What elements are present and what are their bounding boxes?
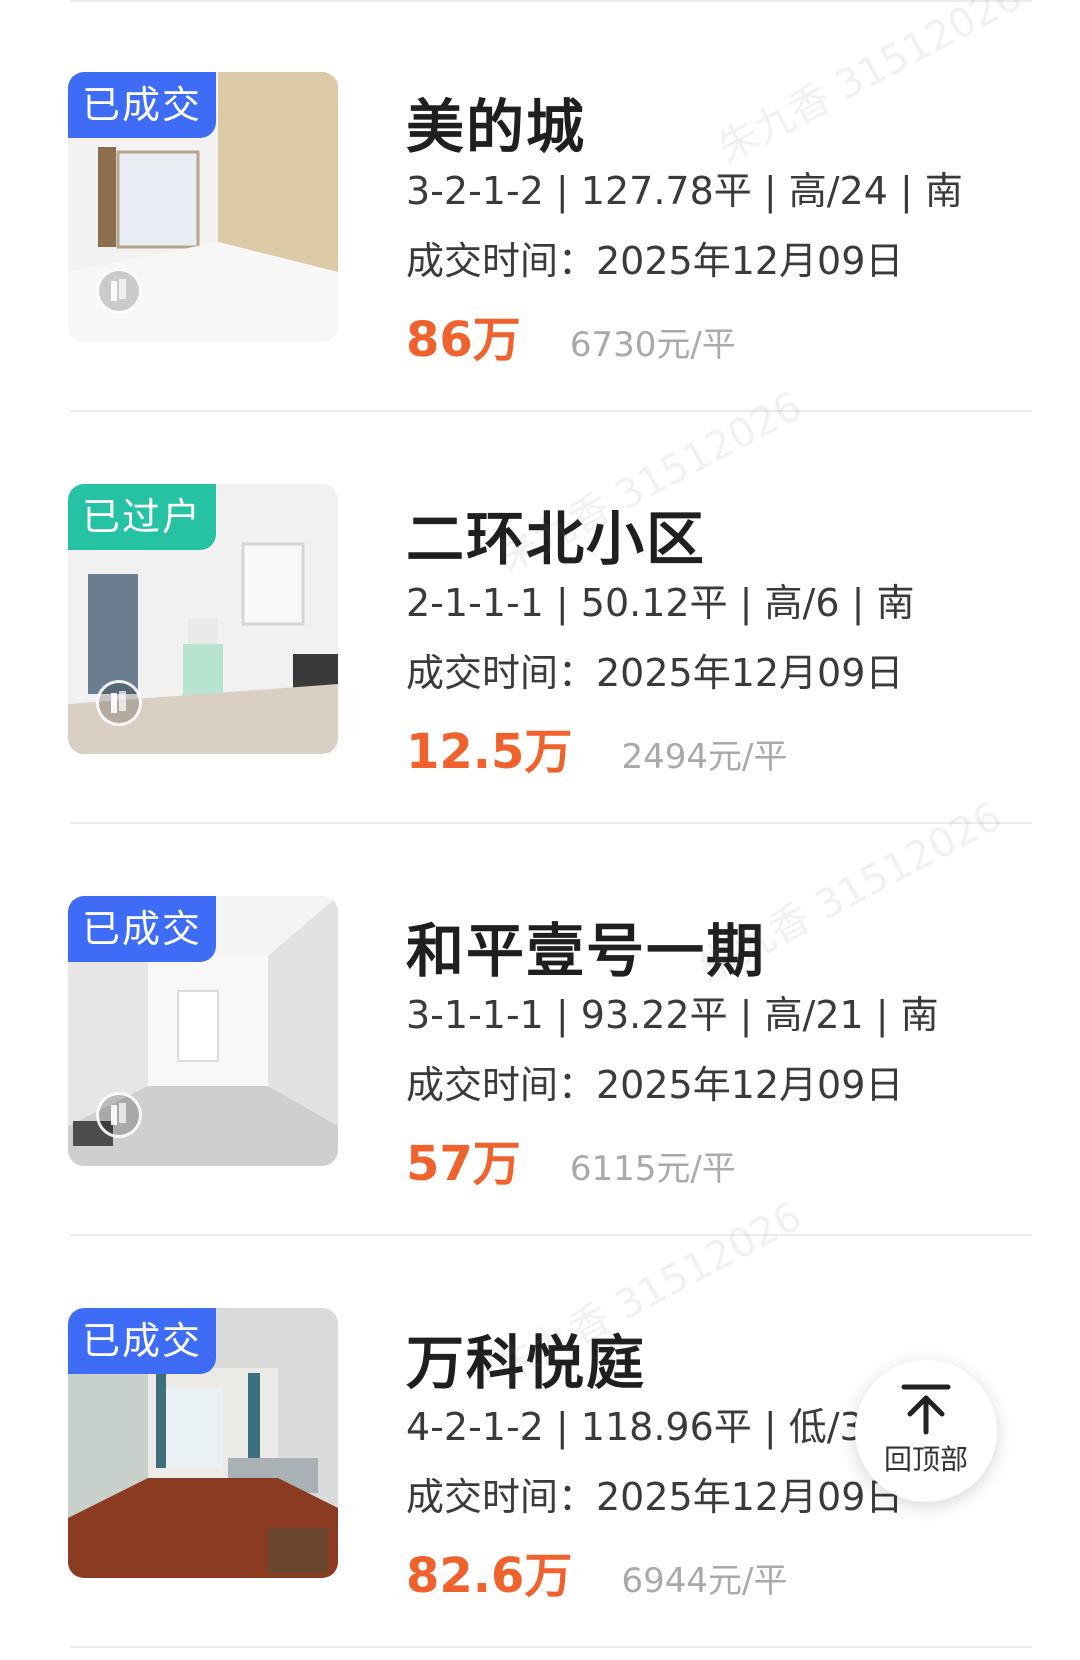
back-to-top-label: 回顶部	[883, 1443, 968, 1476]
listing-specs: 3-1-1-1 | 93.22平 | 高/21 | 南	[406, 993, 939, 1037]
vr-tour-icon[interactable]	[96, 680, 142, 726]
price-row: 12.5万 2494元/平	[406, 712, 788, 782]
total-price: 57万	[406, 1136, 521, 1192]
arrow-up-to-top-icon	[901, 1384, 951, 1435]
listing-title[interactable]: 万科悦庭	[406, 1316, 646, 1400]
deal-date: 成交时间：2025年12月09日	[406, 1475, 904, 1519]
deal-date: 成交时间：2025年12月09日	[406, 1063, 904, 1107]
status-badge: 已成交	[68, 896, 217, 962]
price-row: 86万 6730元/平	[406, 300, 736, 370]
price-row: 57万 6115元/平	[406, 1124, 736, 1194]
status-badge: 已成交	[68, 72, 217, 138]
listing-card[interactable]: 已过户 二环北小区 2-1-1-1 | 50.12平 | 高/6 | 南 成交时…	[0, 412, 1080, 824]
listing-card[interactable]: 已成交 美的城 3-2-1-2 | 127.78平 | 高/24 | 南 成交时…	[0, 0, 1080, 412]
total-price: 82.6万	[406, 1548, 573, 1604]
back-to-top-button[interactable]: 回顶部	[855, 1360, 997, 1502]
status-badge: 已成交	[68, 1308, 217, 1374]
unit-price: 6730元/平	[569, 325, 736, 365]
listing-specs: 2-1-1-1 | 50.12平 | 高/6 | 南	[406, 581, 915, 625]
listing-title[interactable]: 二环北小区	[406, 492, 706, 576]
unit-price: 2494元/平	[621, 737, 788, 777]
deal-date: 成交时间：2025年12月09日	[406, 651, 904, 695]
listing-photo[interactable]: 已成交	[68, 72, 338, 342]
status-badge: 已过户	[68, 484, 217, 550]
listing-specs: 3-2-1-2 | 127.78平 | 高/24 | 南	[406, 169, 963, 213]
listing-title[interactable]: 和平壹号一期	[406, 904, 766, 988]
listing-title[interactable]: 美的城	[406, 80, 586, 164]
listing-photo[interactable]: 已成交	[68, 1308, 338, 1578]
listing-specs: 4-2-1-2 | 118.96平 | 低/34	[406, 1405, 888, 1449]
vr-tour-icon[interactable]	[96, 1092, 142, 1138]
listing-card[interactable]: 已成交 和平壹号一期 3-1-1-1 | 93.22平 | 高/21 | 南 成…	[0, 824, 1080, 1236]
price-row: 82.6万 6944元/平	[406, 1536, 788, 1606]
unit-price: 6944元/平	[621, 1561, 788, 1601]
total-price: 86万	[406, 312, 521, 368]
vr-tour-icon[interactable]	[96, 268, 142, 314]
listing-divider	[70, 1646, 1032, 1648]
unit-price: 6115元/平	[569, 1149, 736, 1189]
listing-photo[interactable]: 已过户	[68, 484, 338, 754]
total-price: 12.5万	[406, 724, 573, 780]
listing-photo[interactable]: 已成交	[68, 896, 338, 1166]
deal-date: 成交时间：2025年12月09日	[406, 239, 904, 283]
